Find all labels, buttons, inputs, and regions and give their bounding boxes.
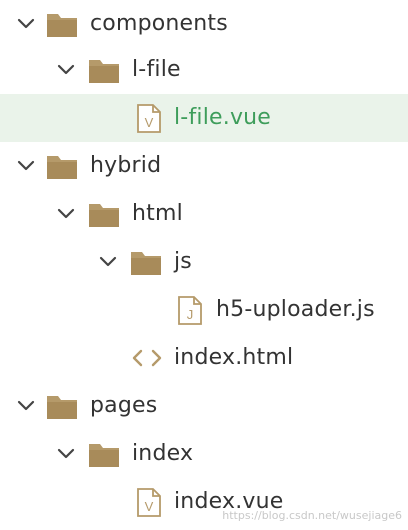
folder-icon <box>47 396 77 419</box>
folder-icon <box>47 156 77 179</box>
chevron-down-icon[interactable] <box>15 13 37 35</box>
tree-item-label: pages <box>90 393 158 418</box>
js-file-icon: J <box>178 296 202 325</box>
watermark: https://blog.csdn.net/wusejiage6 <box>222 509 402 522</box>
tree-item-components[interactable]: components <box>0 0 408 48</box>
tree-item-l-file-vue[interactable]: V l-file.vue <box>0 94 408 142</box>
tree-item-label: html <box>132 201 183 226</box>
svg-text:V: V <box>145 499 154 514</box>
tree-item-js[interactable]: js <box>0 238 408 286</box>
tree-item-label: index <box>132 441 194 466</box>
folder-icon <box>89 204 119 227</box>
tree-item-pages[interactable]: pages <box>0 382 408 430</box>
tree-item-html[interactable]: html <box>0 190 408 238</box>
tree-item-index[interactable]: index <box>0 430 408 478</box>
chevron-down-icon[interactable] <box>97 251 119 273</box>
chevron-down-icon[interactable] <box>15 155 37 177</box>
tree-item-label: js <box>174 249 192 274</box>
tree-item-index-html[interactable]: index.html <box>0 334 408 382</box>
tree-item-l-file[interactable]: l-file <box>0 46 408 94</box>
tree-item-label: l-file.vue <box>174 105 272 130</box>
folder-icon <box>131 252 161 275</box>
tree-item-hybrid[interactable]: hybrid <box>0 142 408 190</box>
tree-item-label: l-file <box>132 57 181 82</box>
chevron-down-icon[interactable] <box>55 59 77 81</box>
chevron-down-icon[interactable] <box>55 443 77 465</box>
folder-icon <box>89 444 119 467</box>
tree-item-label: hybrid <box>90 153 162 178</box>
tree-item-h5-uploader-js[interactable]: J h5-uploader.js <box>0 286 408 334</box>
html-file-icon <box>132 349 162 367</box>
tree-item-label: index.html <box>174 345 294 370</box>
tree-item-label: components <box>90 11 228 36</box>
file-tree: components l-file V l-file.vue hybrid ht… <box>0 0 408 530</box>
tree-item-label: h5-uploader.js <box>216 297 375 322</box>
vue-file-icon: V <box>137 488 161 517</box>
svg-text:V: V <box>145 115 154 130</box>
folder-icon <box>47 14 77 37</box>
folder-icon <box>89 60 119 83</box>
svg-text:J: J <box>187 307 194 322</box>
vue-file-icon: V <box>137 104 161 133</box>
chevron-down-icon[interactable] <box>15 395 37 417</box>
chevron-down-icon[interactable] <box>55 203 77 225</box>
